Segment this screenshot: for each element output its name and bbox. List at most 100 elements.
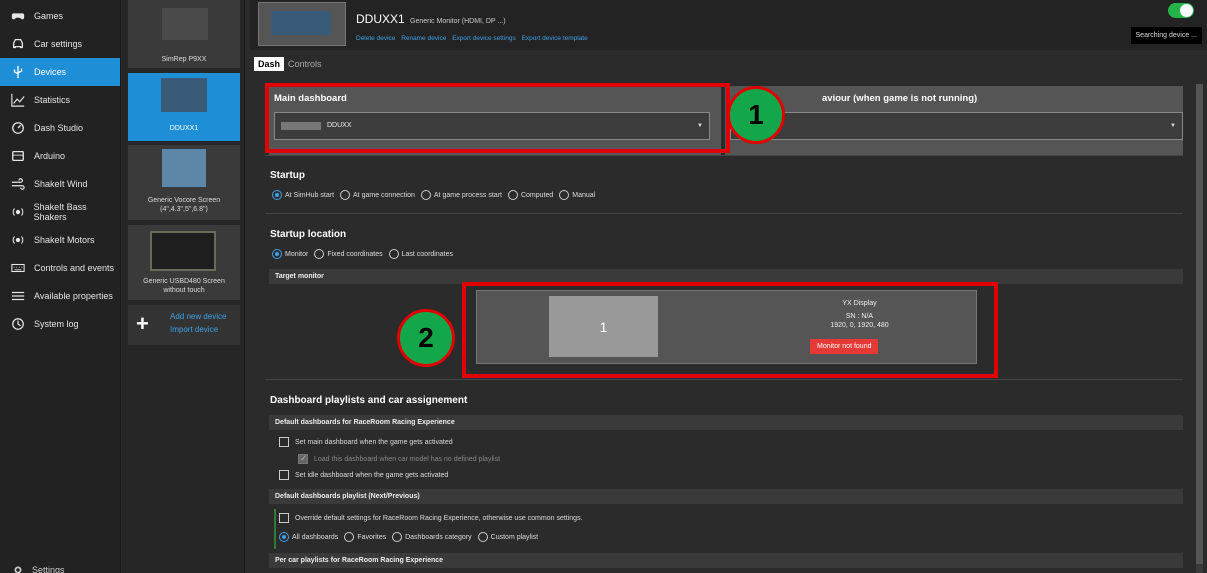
sidebar-item-games[interactable]: Games xyxy=(0,2,120,30)
sidebar-item-system-log[interactable]: System log xyxy=(0,310,120,338)
radio-custom-playlist[interactable] xyxy=(477,532,488,542)
bass-shaker-icon xyxy=(10,205,26,219)
set-idle-dashboard-checkbox[interactable] xyxy=(279,470,289,480)
tab-dash[interactable]: Dash xyxy=(254,57,285,71)
annotation-badge-1: 1 xyxy=(727,86,785,144)
radio-monitor[interactable] xyxy=(272,249,282,259)
startup-options: At SimHub start At game connection At ga… xyxy=(269,190,595,200)
sidebar-item-settings[interactable]: Settings xyxy=(10,563,65,573)
radio-at-game-process-start[interactable] xyxy=(420,190,431,200)
gear-icon xyxy=(10,563,26,573)
tab-controls[interactable]: Controls xyxy=(284,57,326,71)
sidebar-item-available-properties[interactable]: Available properties xyxy=(0,282,120,310)
radio-label: At game connection xyxy=(353,191,415,199)
usb-icon xyxy=(10,65,26,79)
rename-device-link[interactable]: Rename device xyxy=(401,35,446,42)
import-device-link[interactable]: Import device xyxy=(170,325,218,334)
keyboard-icon xyxy=(10,261,26,275)
idle-dashboard-select[interactable]: ▼ xyxy=(730,112,1183,140)
device-card-label: Generic USBD480 Screen without touch xyxy=(143,278,225,294)
check-row-load: Load this dashboard when car model has n… xyxy=(298,453,501,464)
device-card-label: DDUXX1 xyxy=(169,125,199,132)
default-dashboards-header: Default dashboards for RaceRoom Racing E… xyxy=(269,415,1183,430)
device-card-dduxx1[interactable]: DDUXX1 xyxy=(128,73,240,141)
sidebar-item-label: ShakeIt Wind xyxy=(34,179,88,189)
override-checkbox[interactable] xyxy=(279,513,289,523)
add-device-card: + Add new device Import device xyxy=(128,305,240,345)
load-dashboard-checkbox[interactable] xyxy=(298,453,308,464)
radio-favorites[interactable] xyxy=(344,532,355,542)
sidebar-item-car-settings[interactable]: Car settings xyxy=(0,30,120,58)
checkbox-label: Load this dashboard when car model has n… xyxy=(314,455,501,463)
radio-computed[interactable] xyxy=(507,190,518,200)
device-card-simrep[interactable]: SimRep P9XX xyxy=(128,0,240,68)
sidebar-item-label: System log xyxy=(34,319,79,329)
device-card-usbd480[interactable]: Generic USBD480 Screen without touch xyxy=(128,225,240,300)
override-row: Override default settings for RaceRoom R… xyxy=(279,513,583,523)
export-device-settings-link[interactable]: Export device settings xyxy=(452,35,516,42)
idle-dashboard-title: aviour (when game is not running) xyxy=(822,93,978,104)
sidebar-item-arduino[interactable]: Arduino xyxy=(0,142,120,170)
motor-icon xyxy=(10,233,26,247)
device-list: SimRep P9XX DDUXX1 Generic Vocore Screen… xyxy=(122,0,245,573)
radio-all-dashboards[interactable] xyxy=(279,532,289,542)
sidebar-item-dash-studio[interactable]: Dash Studio xyxy=(0,114,120,142)
sidebar-item-controls-and-events[interactable]: Controls and events xyxy=(0,254,120,282)
radio-label: Last coordinates xyxy=(401,250,453,258)
sidebar-item-label: Devices xyxy=(34,67,67,77)
sidebar-item-statistics[interactable]: Statistics xyxy=(0,86,120,114)
device-enabled-toggle[interactable] xyxy=(1168,3,1194,18)
per-car-playlists-header: Per car playlists for RaceRoom Racing Ex… xyxy=(269,553,1183,568)
sidebar-item-shakeit-bass-shakers[interactable]: ShakeIt Bass Shakers xyxy=(0,198,120,226)
device-name: DDUXX1 xyxy=(356,12,405,26)
device-thumbnail xyxy=(161,78,207,112)
radio-label: Fixed coordinates xyxy=(327,250,383,258)
green-indicator xyxy=(274,509,276,549)
startup-location-title: Startup location xyxy=(270,229,347,240)
radio-label: Dashboards category xyxy=(405,533,472,541)
annotation-badge-2: 2 xyxy=(397,309,455,367)
searching-status: Searching device ... xyxy=(1130,27,1202,44)
sidebar-item-shakeit-motors[interactable]: ShakeIt Motors xyxy=(0,226,120,254)
radio-dashboards-category[interactable] xyxy=(392,532,403,542)
sidebar-item-devices[interactable]: Devices xyxy=(0,58,120,86)
sidebar-item-label: Available properties xyxy=(34,291,113,301)
sidebar-item-label: Arduino xyxy=(34,151,66,161)
radio-last-coordinates[interactable] xyxy=(388,249,399,259)
check-row-idle: Set idle dashboard when the game gets ac… xyxy=(279,470,448,480)
scrollbar-thumb[interactable] xyxy=(1196,84,1203,564)
device-header-thumbnail xyxy=(258,2,346,46)
set-main-dashboard-checkbox[interactable] xyxy=(279,437,289,447)
add-new-device-link[interactable]: Add new device xyxy=(170,312,226,321)
export-device-template-link[interactable]: Export device template xyxy=(522,35,588,42)
device-card-label: SimRep P9XX xyxy=(161,56,207,63)
startup-title: Startup xyxy=(270,170,305,181)
sidebar-item-label: ShakeIt Bass Shakers xyxy=(33,202,87,222)
sidebar-item-label: Games xyxy=(34,11,64,21)
radio-fixed-coordinates[interactable] xyxy=(314,249,325,259)
divider xyxy=(265,155,1183,156)
radio-manual[interactable] xyxy=(559,190,570,200)
radio-label: Monitor xyxy=(285,250,309,258)
device-thumbnail xyxy=(150,231,216,271)
scrollbar[interactable] xyxy=(1196,84,1203,573)
playlist-options: All dashboards Favorites Dashboards cate… xyxy=(279,532,538,542)
radio-at-game-connection[interactable] xyxy=(340,190,351,200)
checkbox-label: Set idle dashboard when the game gets ac… xyxy=(295,471,449,479)
plus-icon: + xyxy=(136,311,149,336)
chart-icon xyxy=(10,93,26,107)
radio-at-simhub-start[interactable] xyxy=(272,190,282,200)
delete-device-link[interactable]: Delete device xyxy=(356,35,395,42)
divider xyxy=(265,379,1183,380)
gamepad-icon xyxy=(10,9,26,23)
playlists-title: Dashboard playlists and car assignement xyxy=(270,395,468,406)
settings-label: Settings xyxy=(32,565,65,573)
sidebar-item-shakeit-wind[interactable]: ShakeIt Wind xyxy=(0,170,120,198)
device-title: DDUXX1 Generic Monitor (HDMI, DP ...) xyxy=(356,12,506,26)
device-type: Generic Monitor (HDMI, DP ...) xyxy=(410,18,506,25)
annotation-box-2 xyxy=(462,282,998,378)
sidebar-item-label: ShakeIt Motors xyxy=(34,235,95,245)
dash-studio-icon xyxy=(10,121,26,135)
device-card-vocore[interactable]: Generic Vocore Screen (4",4.3",5",6.8") xyxy=(128,145,240,220)
radio-label: Manual xyxy=(572,191,596,199)
